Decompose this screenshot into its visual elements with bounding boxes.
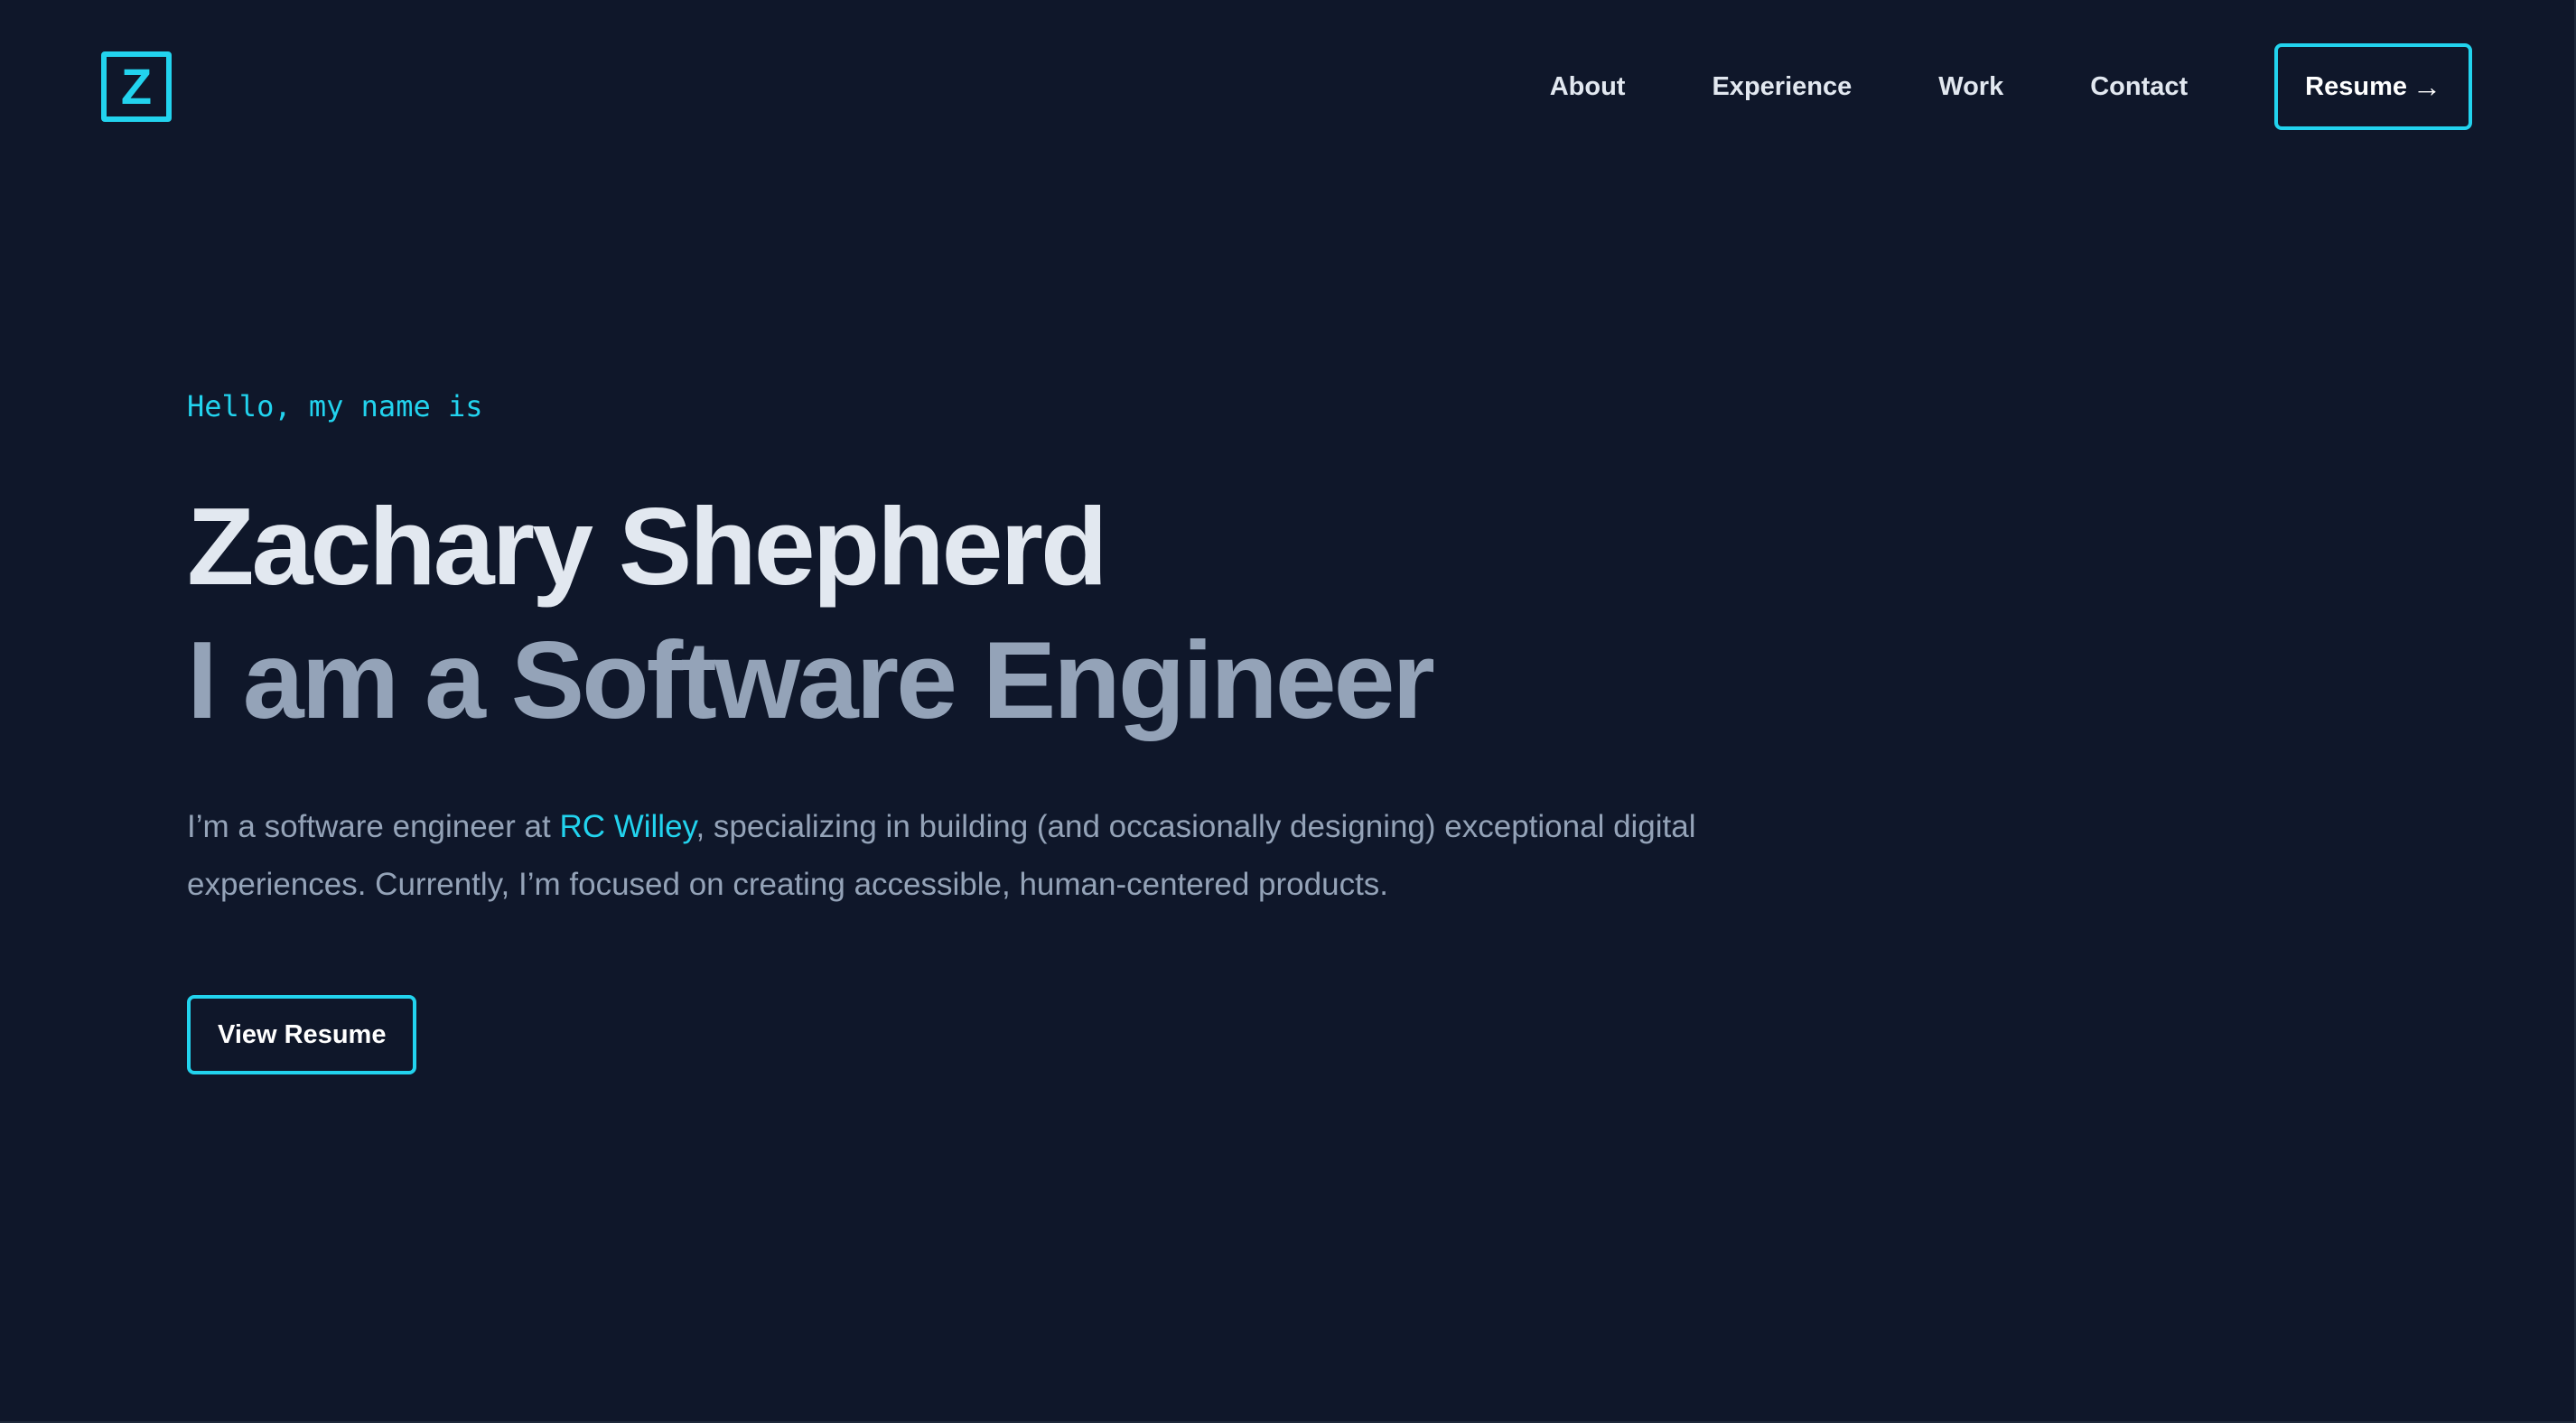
- greeting-text: Hello, my name is: [187, 389, 483, 423]
- hero-section: Hello, my name is Zachary Shepherd I am …: [187, 379, 1813, 1074]
- hero-role: I am a Software Engineer: [187, 618, 1435, 741]
- resume-button[interactable]: Resume →: [2274, 43, 2472, 130]
- logo-letter: Z: [120, 58, 153, 115]
- nav-link-work[interactable]: Work: [1938, 72, 2003, 102]
- hero-bio: I’m a software engineer at RC Willey, sp…: [187, 798, 1777, 914]
- nav-link-contact[interactable]: Contact: [2090, 72, 2188, 102]
- hero-name: Zachary Shepherd: [187, 485, 1107, 608]
- resume-button-label: Resume: [2305, 71, 2407, 101]
- main-nav: About Experience Work Contact Resume →: [1550, 43, 2472, 130]
- logo-icon[interactable]: Z: [101, 51, 172, 122]
- nav-link-experience[interactable]: Experience: [1712, 72, 1852, 102]
- bio-text-start: I’m a software engineer at: [187, 809, 560, 844]
- portfolio-page: Z About Experience Work Contact Resume →…: [0, 0, 2576, 1423]
- employer-link[interactable]: RC Willey: [559, 809, 695, 844]
- nav-link-about[interactable]: About: [1550, 72, 1626, 102]
- arrow-right-icon: →: [2413, 70, 2441, 103]
- view-resume-button[interactable]: View Resume: [187, 995, 417, 1074]
